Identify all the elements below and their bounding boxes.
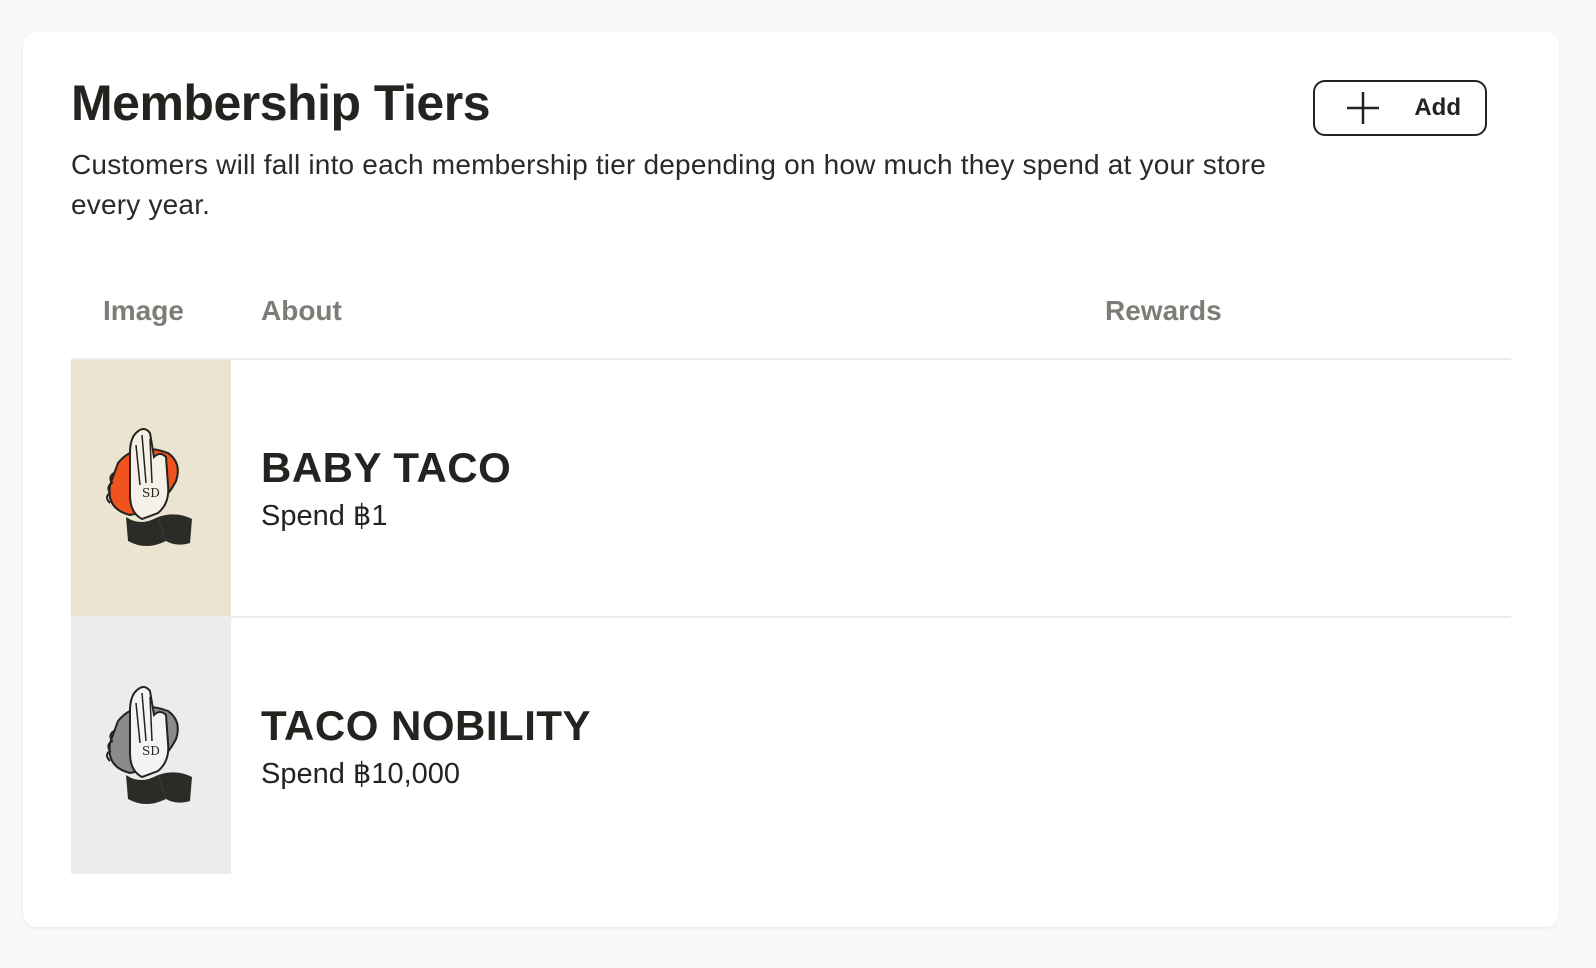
svg-text:SD: SD bbox=[142, 744, 160, 758]
praying-hands-taco-icon: SD bbox=[106, 686, 192, 804]
table-row[interactable]: SD TACO NOBILITY Spend ฿10,000 bbox=[71, 618, 1511, 874]
column-header-about: About bbox=[261, 295, 342, 326]
tier-name: TACO NOBILITY bbox=[261, 702, 592, 749]
tier-name: BABY TACO bbox=[261, 444, 512, 491]
page-title: Membership Tiers bbox=[71, 75, 491, 131]
table-row[interactable]: SD BABY TACO Spend ฿1 bbox=[71, 360, 1511, 618]
column-header-image: Image bbox=[103, 295, 184, 326]
tier-spend-threshold: Spend ฿10,000 bbox=[261, 758, 461, 790]
tier-spend-threshold: Spend ฿1 bbox=[261, 500, 388, 532]
tier-image: SD bbox=[71, 618, 231, 874]
table-header: Image About Rewards bbox=[71, 278, 1511, 360]
column-header-rewards: Rewards bbox=[1105, 295, 1222, 326]
praying-hands-taco-icon: SD bbox=[106, 428, 192, 546]
add-button-label: Add bbox=[1414, 94, 1461, 121]
svg-text:SD: SD bbox=[142, 486, 160, 500]
add-tier-button[interactable]: Add bbox=[1313, 80, 1487, 136]
membership-tiers-card: Membership Tiers Customers will fall int… bbox=[23, 32, 1559, 927]
tier-image: SD bbox=[71, 360, 231, 616]
page-description: Customers will fall into each membership… bbox=[71, 149, 1267, 220]
tiers-table: Image About Rewards SD BABY TACO Spend ฿… bbox=[71, 278, 1511, 874]
plus-icon bbox=[1347, 92, 1379, 124]
